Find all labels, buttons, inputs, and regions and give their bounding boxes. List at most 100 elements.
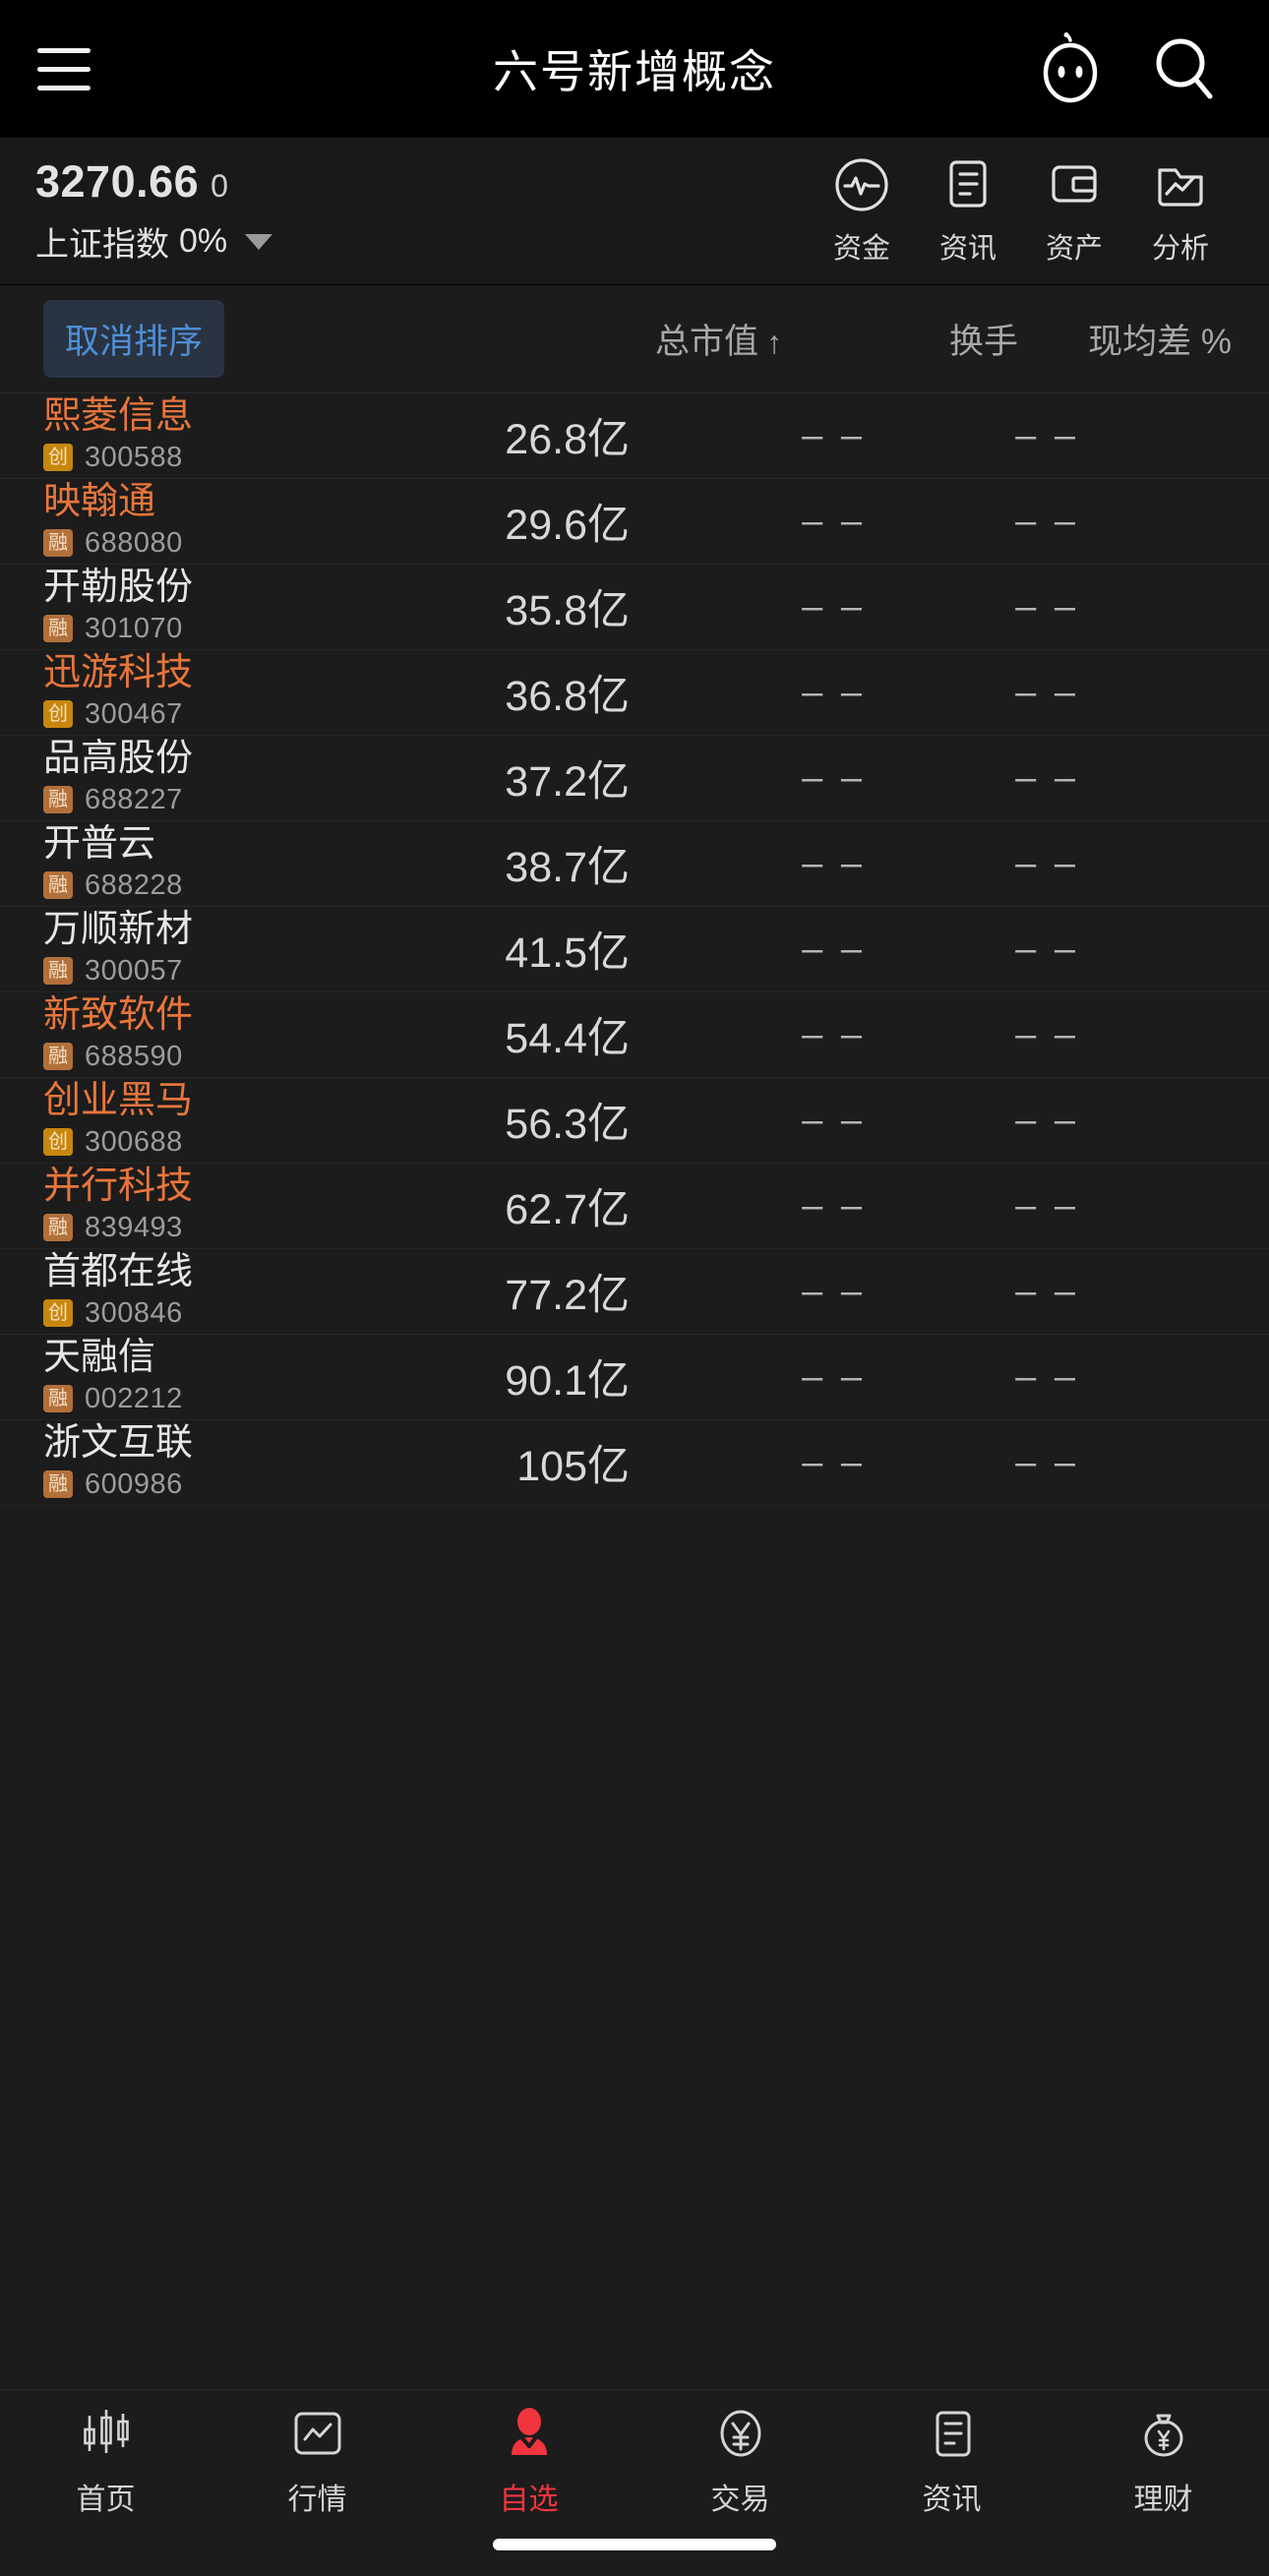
tool-zichan[interactable]: 资产	[1021, 156, 1127, 267]
home-indicator	[493, 2539, 776, 2550]
stock-sub: 融 600986	[43, 1468, 325, 1501]
stock-turnover: – –	[802, 842, 866, 884]
stock-row[interactable]: 并行科技融 839493 62.7亿 – – – –	[0, 1164, 1269, 1249]
column-header-market-cap[interactable]: 总市值 ↑	[477, 314, 782, 364]
document-lines-icon	[949, 159, 987, 208]
stock-identity: 品高股份融 688227	[0, 738, 325, 816]
top-app-bar: 六号新增概念	[0, 0, 1269, 138]
stock-market-badge: 创	[43, 1128, 73, 1157]
stock-row[interactable]: 品高股份融 688227 37.2亿 – – – –	[0, 736, 1269, 821]
stock-code: 300846	[85, 1296, 183, 1329]
nav-item-market[interactable]: 行情	[212, 2408, 423, 2518]
tool-label: 分析	[1151, 232, 1209, 265]
nav-label: 资讯	[922, 2484, 982, 2516]
stock-sub: 创 300588	[43, 442, 325, 474]
stock-sub: 融 688590	[43, 1041, 325, 1073]
index-name-row[interactable]: 上证指数 0%	[35, 217, 360, 266]
nav-label: 首页	[76, 2484, 136, 2516]
stock-sub: 融 300057	[43, 955, 325, 988]
nav-item-trade[interactable]: 交易	[634, 2408, 846, 2518]
robot-assistant-icon[interactable]	[1031, 30, 1110, 108]
stock-sub: 融 688228	[43, 869, 325, 902]
nav-label: 行情	[287, 2484, 347, 2516]
stock-market-badge: 融	[43, 529, 73, 558]
stock-diff: – –	[1015, 1270, 1079, 1312]
stock-turnover: – –	[802, 928, 866, 970]
stock-sub: 创 300846	[43, 1297, 325, 1330]
stock-list: 熙菱信息创 300588 26.8亿 – – – – 映翰通融 688080 29.6亿 – –…	[0, 393, 1269, 1506]
stock-identity: 映翰通融 688080	[0, 482, 325, 560]
cancel-sort-button[interactable]: 取消排序	[43, 300, 225, 378]
stock-turnover: – –	[802, 1355, 866, 1398]
caret-down-icon[interactable]	[245, 233, 273, 250]
stock-row[interactable]: 首都在线创 300846 77.2亿 – – – –	[0, 1249, 1269, 1335]
tool-zijin[interactable]: 资金	[809, 156, 915, 267]
stock-code: 300467	[85, 697, 183, 730]
column-header-turnover[interactable]: 换手	[782, 314, 1018, 364]
stock-turnover: – –	[802, 1013, 866, 1055]
tool-label: 资讯	[938, 232, 997, 265]
stock-code: 301070	[85, 612, 183, 644]
stock-turnover: – –	[802, 585, 866, 628]
stock-identity: 开勒股份融 301070	[0, 568, 325, 645]
stock-market-cap: 90.1亿	[505, 1357, 630, 1405]
stock-diff: – –	[1015, 1099, 1079, 1141]
stock-market-badge: 创	[43, 700, 73, 729]
stock-sub: 融 688227	[43, 784, 325, 816]
bottom-navigation: 首页 行情 自选 交易 资讯 理财	[0, 2389, 1269, 2576]
stock-row[interactable]: 创业黑马创 300688 56.3亿 – – – –	[0, 1078, 1269, 1164]
nav-label: 交易	[710, 2484, 770, 2516]
column-header-diff[interactable]: 现均差 %	[1018, 314, 1269, 364]
search-icon[interactable]	[1145, 30, 1224, 108]
stock-diff: – –	[1015, 671, 1079, 713]
stock-diff: – –	[1015, 928, 1079, 970]
stock-diff: – –	[1015, 585, 1079, 628]
stock-market-cap: 77.2亿	[505, 1272, 630, 1319]
stock-sub: 融 002212	[43, 1383, 325, 1415]
stock-code: 002212	[85, 1382, 183, 1414]
nav-item-finance[interactable]: 理财	[1058, 2408, 1269, 2518]
money-bag-icon	[1144, 2414, 1182, 2457]
tool-fenxi[interactable]: 分析	[1127, 156, 1234, 267]
stock-identity: 并行科技融 839493	[0, 1167, 325, 1244]
candlestick-icon	[83, 2410, 129, 2453]
stock-code: 600986	[85, 1468, 183, 1500]
index-and-tools-bar: 3270.66 0 上证指数 0% 资金 资讯 资产 分析	[0, 138, 1269, 285]
stock-sub: 创 300467	[43, 698, 325, 731]
hamburger-menu-icon[interactable]	[0, 47, 128, 90]
nav-item-news[interactable]: 资讯	[846, 2408, 1058, 2518]
nav-label: 自选	[499, 2484, 559, 2516]
stock-row[interactable]: 万顺新材融 300057 41.5亿 – – – –	[0, 907, 1269, 992]
stock-row[interactable]: 开勒股份融 301070 35.8亿 – – – –	[0, 565, 1269, 650]
stock-identity: 创业黑马创 300688	[0, 1080, 325, 1159]
stock-market-badge: 融	[43, 1214, 73, 1242]
index-summary[interactable]: 3270.66 0 上证指数 0%	[35, 156, 360, 266]
stock-market-cap: 54.4亿	[505, 1015, 630, 1062]
stock-market-badge: 融	[43, 1470, 73, 1499]
stock-identity: 开普云融 688228	[0, 824, 325, 902]
stock-code: 688080	[85, 526, 183, 559]
stock-turnover: – –	[802, 500, 866, 542]
stock-market-badge: 融	[43, 871, 73, 900]
stock-name: 创业黑马	[43, 1080, 194, 1122]
stock-market-cap: 37.2亿	[505, 758, 630, 806]
app-screen: 六号新增概念 3270.66 0 上证指数 0% 资金 资讯 资产 分析 取消排…	[0, 0, 1269, 2576]
stock-identity: 万顺新材融 300057	[0, 910, 325, 988]
stock-market-cap: 29.6亿	[505, 502, 630, 549]
stock-sub: 融 839493	[43, 1212, 325, 1244]
stock-row[interactable]: 天融信融 002212 90.1亿 – – – –	[0, 1335, 1269, 1420]
nav-item-watchlist[interactable]: 自选	[423, 2408, 634, 2518]
stock-row[interactable]: 开普云融 688228 38.7亿 – – – –	[0, 821, 1269, 907]
stock-row[interactable]: 浙文互联融 600986 105亿 – – – –	[0, 1420, 1269, 1506]
stock-row[interactable]: 熙菱信息创 300588 26.8亿 – – – –	[0, 393, 1269, 479]
stock-name: 品高股份	[43, 738, 194, 780]
stock-turnover: – –	[802, 1184, 866, 1227]
stock-row[interactable]: 迅游科技创 300467 36.8亿 – – – –	[0, 650, 1269, 736]
stock-market-cap: 36.8亿	[505, 673, 630, 720]
stock-market-badge: 创	[43, 444, 73, 472]
tool-zixun[interactable]: 资讯	[915, 156, 1021, 267]
stock-row[interactable]: 映翰通融 688080 29.6亿 – – – –	[0, 479, 1269, 565]
nav-item-home[interactable]: 首页	[0, 2408, 212, 2518]
stock-row[interactable]: 新致软件融 688590 54.4亿 – – – –	[0, 992, 1269, 1078]
stock-diff: – –	[1015, 1355, 1079, 1398]
